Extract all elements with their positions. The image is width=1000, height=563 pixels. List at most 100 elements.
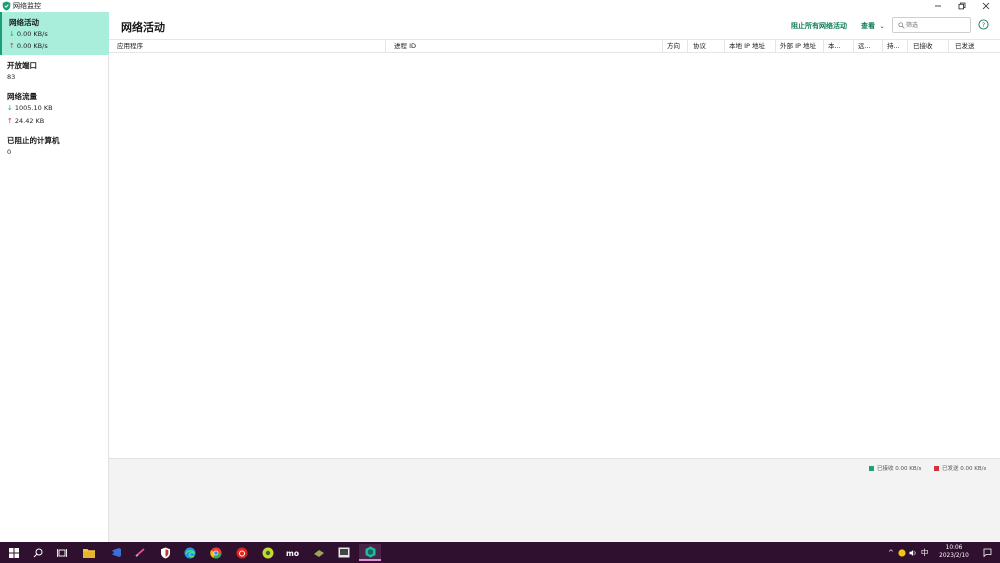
- sidebar: 网络活动 ↓ 0.00 KB/s ↑ 0.00 KB/s 开放端口 83 网络流…: [0, 12, 109, 542]
- sidebar-item-label: 开放端口: [7, 61, 37, 70]
- system-tray: ^ 中: [888, 542, 928, 563]
- search-icon: [33, 548, 43, 557]
- block-all-button[interactable]: 阻止所有网络活动: [791, 21, 847, 31]
- start-button[interactable]: [5, 544, 23, 561]
- taskbar-app-media[interactable]: [335, 544, 353, 561]
- netease-music-icon: [236, 547, 248, 558]
- task-view-button[interactable]: [53, 544, 71, 561]
- sent-swatch: [934, 465, 939, 471]
- svg-text:?: ?: [982, 21, 985, 29]
- minimize-button[interactable]: [926, 0, 950, 12]
- help-icon[interactable]: ?: [978, 19, 989, 30]
- window-title: 网络监控: [13, 2, 41, 10]
- arrow-up-icon: ↑: [9, 42, 15, 50]
- search-input[interactable]: [906, 20, 968, 31]
- chevron-up-icon[interactable]: ^: [888, 549, 894, 557]
- view-label: 查看: [861, 22, 875, 30]
- clock-time: 10:06: [945, 545, 963, 551]
- taskbar-app-chrome[interactable]: [207, 544, 225, 561]
- notification-button[interactable]: [978, 544, 996, 561]
- main-panel: 网络活动 阻止所有网络活动 查看 ⌄ ? 应用程序 进程 ID 方向 协议 本地…: [109, 12, 1000, 542]
- taskbar: mo ^ 中 10:06 2023/2/10: [0, 542, 1000, 563]
- sidebar-item-open-ports[interactable]: 开放端口 83: [0, 56, 108, 86]
- usage-upload: ↑ 24.42 KB: [7, 117, 44, 125]
- legend-sent-label: 已发送 0.00 KB/s: [942, 466, 987, 472]
- arrow-up-icon: ↑: [7, 117, 13, 125]
- svg-text:mo: mo: [286, 549, 299, 558]
- task-view-icon: [57, 548, 67, 557]
- taskbar-search-button[interactable]: [29, 544, 47, 561]
- column-header-local-port[interactable]: 本...: [824, 40, 854, 53]
- view-dropdown[interactable]: 查看 ⌄: [861, 21, 884, 31]
- taskbar-app-netease-music[interactable]: [233, 544, 251, 561]
- taskbar-app-browser[interactable]: [259, 544, 277, 561]
- usage-download-value: 1005.10 KB: [14, 104, 53, 112]
- column-header-protocol[interactable]: 协议: [688, 40, 725, 53]
- legend-received: 已接收 0.00 KB/s: [869, 464, 921, 472]
- chrome-icon: [210, 547, 222, 559]
- taskbar-app-tool[interactable]: [310, 544, 328, 561]
- close-icon: [982, 2, 990, 10]
- browser-icon: [262, 547, 274, 558]
- taskbar-app-visual-studio[interactable]: [107, 544, 125, 561]
- sidebar-item-blocked[interactable]: 已阻止的计算机 0: [0, 132, 108, 162]
- restore-button[interactable]: [950, 0, 974, 12]
- usage-download: ↓ 1005.10 KB: [7, 104, 53, 112]
- file-explorer-icon: [83, 548, 95, 558]
- taskbar-app-ime[interactable]: mo: [284, 544, 302, 561]
- taskbar-app-network-monitor[interactable]: [359, 544, 381, 561]
- taskbar-app-shield[interactable]: [156, 544, 174, 561]
- clock-date: 2023/2/10: [939, 553, 969, 559]
- sidebar-download-rate: ↓ 0.00 KB/s: [9, 30, 48, 38]
- column-header-remote-port[interactable]: 远...: [854, 40, 883, 53]
- arrow-down-icon: ↓: [7, 104, 13, 112]
- column-header-local-ip[interactable]: 本地 IP 地址: [725, 40, 776, 53]
- table-header: 应用程序 进程 ID 方向 协议 本地 IP 地址 外部 IP 地址 本... …: [109, 39, 1000, 53]
- column-header-direction[interactable]: 方向: [663, 40, 688, 53]
- sidebar-item-label: 网络流量: [7, 92, 37, 101]
- media-icon: [338, 547, 350, 558]
- close-button[interactable]: [974, 0, 998, 12]
- sidebar-upload-rate: ↑ 0.00 KB/s: [9, 42, 48, 50]
- column-header-sent[interactable]: 已发送: [949, 40, 1000, 53]
- received-swatch: [869, 465, 874, 471]
- notification-icon: [983, 548, 991, 557]
- sidebar-item-network-activity[interactable]: 网络活动 ↓ 0.00 KB/s ↑ 0.00 KB/s: [0, 12, 109, 55]
- arrow-down-icon: ↓: [9, 30, 15, 38]
- search-box[interactable]: [892, 17, 971, 33]
- traffic-graph-panel: 已接收 0.00 KB/s 已发送 0.00 KB/s: [109, 458, 1000, 542]
- taskbar-app-edge[interactable]: [181, 544, 199, 561]
- column-header-received[interactable]: 已接收: [908, 40, 949, 53]
- network-monitor-icon: [365, 546, 375, 557]
- column-header-application[interactable]: 应用程序: [109, 40, 386, 53]
- search-icon: [898, 22, 905, 29]
- table-body: [109, 53, 1000, 458]
- chevron-down-icon: ⌄: [879, 23, 885, 30]
- sidebar-item-network-usage[interactable]: 网络流量 ↓ 1005.10 KB ↑ 24.42 KB: [0, 88, 108, 130]
- column-header-duration[interactable]: 持...: [883, 40, 908, 53]
- smiley-icon[interactable]: [898, 548, 906, 557]
- open-ports-value: 83: [7, 73, 16, 81]
- sidebar-item-label: 网络活动: [9, 18, 39, 27]
- legend-received-label: 已接收 0.00 KB/s: [877, 466, 922, 472]
- pen-app-icon: [134, 548, 145, 557]
- blocked-value: 0: [7, 148, 12, 156]
- windows-start-icon: [9, 547, 19, 558]
- usage-upload-value: 24.42 KB: [14, 117, 45, 125]
- volume-icon[interactable]: [909, 549, 918, 557]
- visual-studio-icon: [111, 548, 121, 557]
- column-header-pid[interactable]: 进程 ID: [386, 40, 663, 53]
- shield-icon: [2, 1, 11, 11]
- input-language-indicator[interactable]: 中: [921, 547, 929, 558]
- title-bar: 网络监控: [0, 0, 1000, 12]
- edge-icon: [184, 547, 196, 558]
- taskbar-app-file-explorer[interactable]: [80, 544, 98, 561]
- column-header-remote-ip[interactable]: 外部 IP 地址: [776, 40, 824, 53]
- download-rate-value: 0.00 KB/s: [16, 30, 48, 38]
- shield-app-icon: [160, 547, 170, 558]
- upload-rate-value: 0.00 KB/s: [16, 42, 48, 50]
- minimize-icon: [935, 5, 941, 7]
- system-clock[interactable]: 10:06 2023/2/10: [935, 544, 973, 560]
- tool-icon: [314, 549, 324, 557]
- taskbar-app-pen[interactable]: [131, 544, 149, 561]
